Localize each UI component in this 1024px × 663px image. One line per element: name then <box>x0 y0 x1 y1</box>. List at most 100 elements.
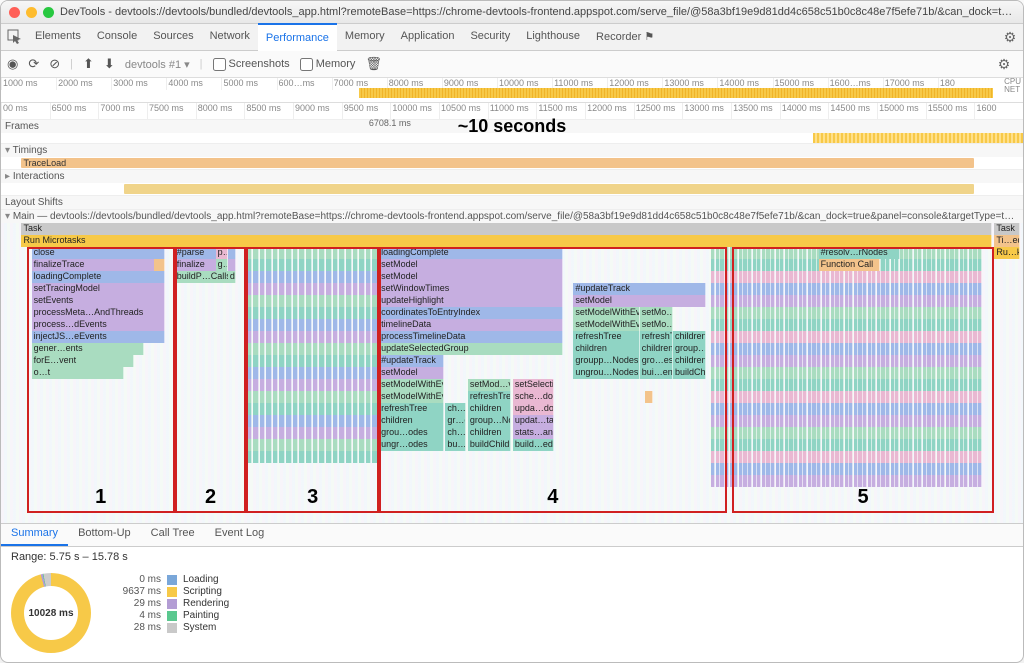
flame-block[interactable] <box>950 331 954 343</box>
flame-block[interactable] <box>780 307 784 319</box>
flame-block[interactable] <box>854 331 858 343</box>
flame-block[interactable] <box>845 475 849 487</box>
flame-block[interactable] <box>886 427 890 439</box>
flame-block[interactable] <box>771 475 775 487</box>
flame-block[interactable] <box>753 463 757 475</box>
flame-block[interactable] <box>789 295 793 307</box>
flame-block[interactable] <box>730 415 734 427</box>
flame-block[interactable] <box>964 295 968 307</box>
flame-block[interactable] <box>753 415 757 427</box>
flame-block[interactable] <box>941 295 945 307</box>
flame-block[interactable] <box>789 319 793 331</box>
flame-block[interactable] <box>366 415 372 427</box>
flame-block[interactable] <box>937 355 941 367</box>
flame-block[interactable] <box>293 319 299 331</box>
flame-block[interactable] <box>960 271 964 283</box>
flame-block[interactable] <box>326 283 332 295</box>
flame-block[interactable] <box>293 367 299 379</box>
flame-block[interactable] <box>366 247 372 259</box>
flame-block[interactable] <box>286 391 292 403</box>
flame-block[interactable] <box>803 403 807 415</box>
flame-block[interactable] <box>313 367 319 379</box>
flame-block[interactable] <box>955 415 959 427</box>
flame-block[interactable] <box>946 283 950 295</box>
flame-block[interactable] <box>803 463 807 475</box>
flame-block[interactable] <box>840 283 844 295</box>
flame-block[interactable] <box>817 403 821 415</box>
flame-block[interactable] <box>932 475 936 487</box>
flame-block[interactable] <box>831 427 835 439</box>
flame-block[interactable] <box>720 307 724 319</box>
flame-block[interactable] <box>326 355 332 367</box>
flame-block[interactable] <box>909 319 913 331</box>
flame-block[interactable] <box>946 463 950 475</box>
flame-block[interactable] <box>725 439 729 451</box>
flame-block[interactable] <box>743 259 747 271</box>
flame-block[interactable] <box>960 427 964 439</box>
flame-block[interactable] <box>927 271 931 283</box>
flame-block[interactable] <box>339 391 345 403</box>
flame-block[interactable] <box>346 379 352 391</box>
flame-block[interactable] <box>886 367 890 379</box>
flame-block[interactable] <box>904 403 908 415</box>
flame-block[interactable] <box>372 331 378 343</box>
flame-block[interactable] <box>799 451 803 463</box>
flame-block[interactable] <box>711 307 715 319</box>
flame-block[interactable] <box>973 451 977 463</box>
flame-block[interactable] <box>333 247 339 259</box>
flame-block[interactable] <box>877 343 881 355</box>
flame-block[interactable] <box>313 331 319 343</box>
flame-block[interactable] <box>743 247 747 259</box>
flame-block[interactable] <box>960 331 964 343</box>
flame-block[interactable] <box>306 259 312 271</box>
flame-block[interactable] <box>858 343 862 355</box>
flame-block[interactable] <box>900 295 904 307</box>
flame-block[interactable] <box>937 391 941 403</box>
flame-block[interactable] <box>730 391 734 403</box>
flame-block[interactable] <box>950 427 954 439</box>
flame-block[interactable] <box>359 355 365 367</box>
flame-block[interactable] <box>339 307 345 319</box>
flame-block[interactable] <box>748 355 752 367</box>
flame-block[interactable] <box>812 415 816 427</box>
flame-block[interactable] <box>780 331 784 343</box>
flame-block[interactable] <box>266 403 272 415</box>
flame-block[interactable] <box>319 283 325 295</box>
flame-block[interactable] <box>720 367 724 379</box>
flame-block[interactable] <box>964 415 968 427</box>
flame-block[interactable] <box>716 271 720 283</box>
flame-block[interactable] <box>293 295 299 307</box>
flame-block[interactable] <box>762 475 766 487</box>
flame-block[interactable] <box>743 331 747 343</box>
flame-block[interactable] <box>785 403 789 415</box>
flame-block[interactable] <box>771 355 775 367</box>
flame-block[interactable]: setModel <box>379 367 443 379</box>
flame-block[interactable] <box>941 427 945 439</box>
flame-block[interactable] <box>886 391 890 403</box>
flame-block[interactable] <box>941 391 945 403</box>
flame-block[interactable] <box>346 391 352 403</box>
flame-block[interactable] <box>766 427 770 439</box>
flame-block[interactable] <box>831 283 835 295</box>
flame-block[interactable] <box>286 343 292 355</box>
flame-block[interactable] <box>973 343 977 355</box>
flame-block[interactable] <box>932 415 936 427</box>
flame-block[interactable] <box>306 307 312 319</box>
flame-block[interactable] <box>716 475 720 487</box>
flame-block[interactable] <box>863 331 867 343</box>
flame-block[interactable] <box>762 403 766 415</box>
flame-block[interactable] <box>835 415 839 427</box>
flame-block[interactable] <box>299 307 305 319</box>
flame-block[interactable] <box>253 247 259 259</box>
flame-block[interactable] <box>891 283 895 295</box>
flame-block[interactable] <box>932 247 936 259</box>
flame-block[interactable] <box>748 295 752 307</box>
flame-block[interactable] <box>333 451 339 463</box>
flame-block[interactable] <box>849 451 853 463</box>
flame-block[interactable] <box>734 355 738 367</box>
flame-block[interactable] <box>895 463 899 475</box>
flame-block[interactable] <box>333 355 339 367</box>
flame-block[interactable] <box>333 259 339 271</box>
flame-block[interactable] <box>904 319 908 331</box>
flame-block[interactable] <box>299 391 305 403</box>
